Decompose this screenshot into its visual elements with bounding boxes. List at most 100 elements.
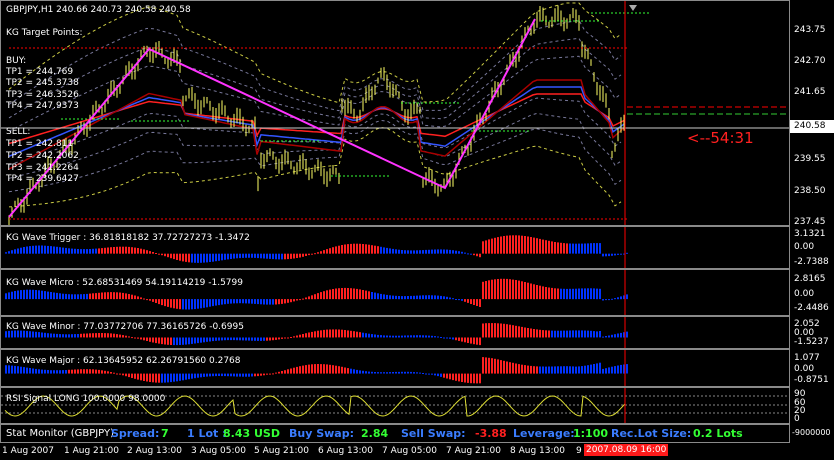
histogram-bar xyxy=(233,337,235,341)
histogram-bar xyxy=(545,240,547,254)
histogram-bar xyxy=(251,253,253,258)
histogram-bar xyxy=(368,371,370,374)
histogram-bar xyxy=(62,334,64,338)
histogram-bar xyxy=(326,249,328,254)
histogram-bar xyxy=(419,335,421,338)
price-scale[interactable]: 243.75 242.70 241.65 240.58 239.55 238.5… xyxy=(790,0,834,226)
histogram-bar xyxy=(476,299,478,306)
histogram-bar xyxy=(50,333,52,338)
histogram-bar xyxy=(614,334,616,338)
histogram-bar xyxy=(617,253,619,255)
rec-lot-label: Rec.Lot Size: xyxy=(611,427,692,440)
histogram-bar xyxy=(338,245,340,254)
histogram-bar xyxy=(260,299,262,305)
histogram-bar xyxy=(380,293,382,300)
wave-minor-panel[interactable]: KG Wave Minor : 77.03772706 77.36165726 … xyxy=(0,316,790,349)
histogram-bar xyxy=(65,334,67,338)
histogram-bar xyxy=(563,330,565,338)
histogram-bar xyxy=(497,359,499,374)
histogram-bar xyxy=(533,366,535,374)
price-chart-panel[interactable]: GBPJPY,H1 240.66 240.73 240.58 240.58 KG… xyxy=(0,0,790,226)
histogram-bar xyxy=(155,253,157,254)
histogram-bar xyxy=(578,366,580,374)
rec-lot-value: 0.2 Lots xyxy=(693,427,743,440)
histogram-bar xyxy=(350,288,352,300)
histogram-bar xyxy=(335,329,337,338)
histogram-bar xyxy=(479,299,481,307)
histogram-bar xyxy=(470,337,472,344)
histogram-bar xyxy=(440,337,442,338)
time-axis[interactable]: 1 Aug 2007 1 Aug 21:00 2 Aug 13:00 3 Aug… xyxy=(0,443,834,460)
histogram-bar xyxy=(584,243,586,254)
histogram-bar xyxy=(35,331,37,338)
buy-label: BUY: xyxy=(6,56,27,66)
histogram-bar xyxy=(320,251,322,254)
histogram-bar xyxy=(527,282,529,300)
spread-label: Spread: xyxy=(111,427,160,440)
histogram-bar xyxy=(341,366,343,374)
histogram-bar xyxy=(206,253,208,263)
histogram-bar xyxy=(230,253,232,259)
rsi-signal-panel[interactable]: RSI Signal LONG 100.0000 98.0000 xyxy=(0,387,790,424)
histogram-bar xyxy=(215,337,217,341)
histogram-bar xyxy=(38,290,40,300)
histogram-bar xyxy=(569,288,571,300)
histogram-bar xyxy=(551,241,553,254)
histogram-bar xyxy=(65,293,67,300)
histogram-bar xyxy=(368,333,370,338)
histogram-bar xyxy=(359,289,361,300)
histogram-bar xyxy=(302,365,304,374)
histogram-bar xyxy=(242,337,244,341)
time-label: 6 Aug 13:00 xyxy=(318,446,373,456)
histogram-bar xyxy=(113,372,115,374)
scale-tick: 0.00 xyxy=(794,289,815,299)
histogram-bar xyxy=(422,335,424,338)
histogram-bar xyxy=(590,364,592,374)
histogram-bar xyxy=(452,298,454,300)
histogram-bar xyxy=(224,373,226,377)
sell-tp2: TP2 = 242.2062 xyxy=(6,151,79,161)
histogram-bar xyxy=(491,323,493,338)
histogram-bar xyxy=(407,250,409,254)
histogram-bar xyxy=(182,373,184,381)
histogram-bar xyxy=(395,295,397,300)
histogram-bar xyxy=(410,250,412,254)
wave-trigger-panel[interactable]: KG Wave Trigger : 36.81818182 37.7272727… xyxy=(0,226,790,269)
histogram-bar xyxy=(329,289,331,300)
histogram-bar xyxy=(473,253,475,256)
histogram-bar xyxy=(548,287,550,300)
wave-major-panel[interactable]: KG Wave Major : 62.13645952 62.26791560 … xyxy=(0,349,790,387)
histogram-bar xyxy=(296,253,298,258)
histogram-bar xyxy=(506,278,508,300)
histogram-bar xyxy=(308,296,310,300)
histogram-bar xyxy=(266,337,268,341)
histogram-bar xyxy=(554,242,556,254)
scale-tick: -2.4486 xyxy=(794,303,829,313)
chart-header: GBPJPY,H1 240.66 240.73 240.58 240.58 xyxy=(6,5,191,15)
histogram-bar xyxy=(101,292,103,300)
histogram-bar xyxy=(179,299,181,310)
histogram-bar xyxy=(335,246,337,254)
histogram-bar xyxy=(275,372,277,374)
histogram-bar xyxy=(416,335,418,338)
histogram-bar xyxy=(188,253,190,263)
histogram-bar xyxy=(119,292,121,300)
histogram-bar xyxy=(131,294,133,300)
histogram-bar xyxy=(32,331,34,338)
histogram-bar xyxy=(503,323,505,338)
histogram-bar xyxy=(323,291,325,300)
histogram-bar xyxy=(17,248,19,254)
histogram-bar xyxy=(299,299,301,301)
histogram-bar xyxy=(485,281,487,300)
histogram-bar xyxy=(119,373,121,375)
histogram-bar xyxy=(38,245,40,254)
time-label: 3 Aug 05:00 xyxy=(191,446,246,456)
histogram-bar xyxy=(440,295,442,300)
histogram-bar xyxy=(197,299,199,309)
histogram-bar xyxy=(263,253,265,259)
wave-micro-panel[interactable]: KG Wave Micro : 52.68531469 54.19114219 … xyxy=(0,269,790,316)
histogram-bar xyxy=(119,334,121,338)
histogram-bar xyxy=(554,330,556,338)
histogram-bar xyxy=(467,253,469,255)
histogram-bar xyxy=(299,253,301,258)
